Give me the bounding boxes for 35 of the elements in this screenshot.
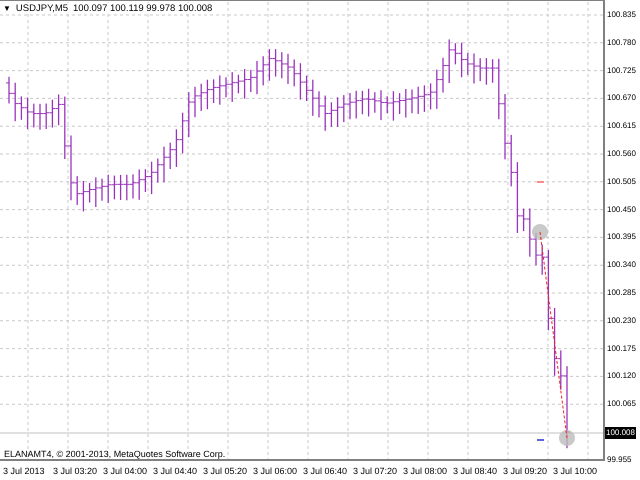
time-label: 3 Jul 05:20 <box>203 466 248 476</box>
current-price-label: 100.008 <box>605 427 636 439</box>
time-label: 3 Jul 06:40 <box>303 466 348 476</box>
price-label: 100.175 <box>607 342 636 355</box>
price-label: 100.780 <box>607 36 636 49</box>
symbol-label: USDJPY,M5 <box>16 3 68 14</box>
copyright-text: ELANAMT4, © 2001-2013, MetaQuotes Software Corp. <box>4 449 226 459</box>
time-label: 3 Jul 2013 <box>3 466 45 476</box>
price-label: 100.395 <box>607 231 636 244</box>
price-label: 100.725 <box>607 64 636 77</box>
price-label: 100.835 <box>607 9 636 21</box>
time-label: 3 Jul 04:40 <box>153 466 198 476</box>
price-label: 100.615 <box>607 120 636 132</box>
ohlc-values: 100.097 100.119 99.978 100.008 <box>73 3 212 14</box>
price-label: 100.450 <box>607 204 636 216</box>
exit-marker-icon <box>559 430 575 446</box>
collapse-icon[interactable]: ▼ <box>3 4 11 13</box>
price-label: 100.340 <box>607 259 636 272</box>
price-label: 100.670 <box>607 92 636 104</box>
price-label: 100.120 <box>607 370 636 382</box>
price-label: 100.230 <box>607 314 636 327</box>
time-label: 3 Jul 09:20 <box>503 466 548 476</box>
price-label: 99.955 <box>607 454 632 466</box>
time-label: 3 Jul 08:00 <box>403 466 448 476</box>
price-label: 100.065 <box>607 398 636 410</box>
price-label: 100.505 <box>607 176 636 188</box>
price-label: 100.560 <box>607 148 636 160</box>
time-label: 3 Jul 07:20 <box>353 466 398 476</box>
time-label: 3 Jul 08:40 <box>453 466 498 476</box>
time-label: 3 Jul 04:00 <box>103 466 148 476</box>
time-label: 3 Jul 06:00 <box>253 466 298 476</box>
entry-marker-icon <box>532 224 548 240</box>
time-label: 3 Jul 03:20 <box>53 466 98 476</box>
price-label: 100.285 <box>607 287 636 299</box>
time-label: 3 Jul 10:00 <box>553 466 598 476</box>
